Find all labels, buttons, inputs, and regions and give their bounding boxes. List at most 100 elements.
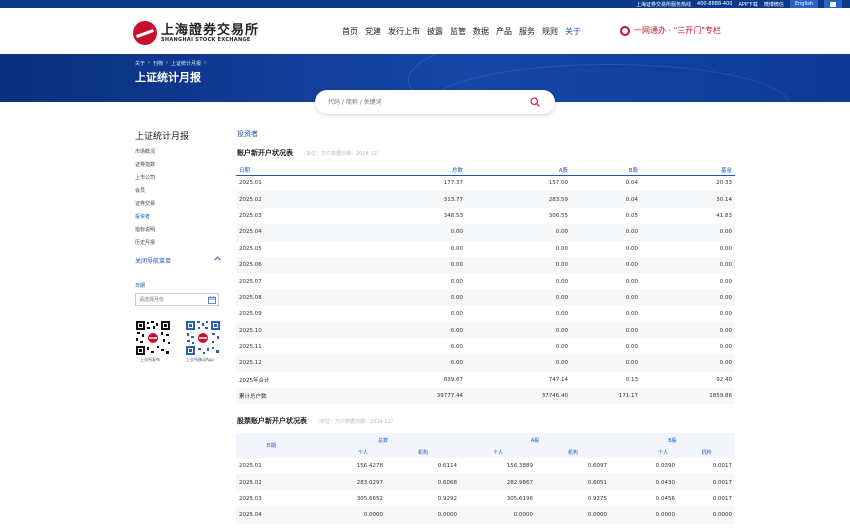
breadcrumb-publications[interactable]: 刊物 <box>153 60 163 67</box>
sse-logo-icon <box>133 21 157 45</box>
table1-cell-fund: 0.00 <box>719 294 732 301</box>
search-icon[interactable] <box>530 97 540 107</box>
new-accounts-table: 日期 总数 A股 B股 基金 2025.01 177.37 157.00 0.04 20… <box>236 165 735 405</box>
table-row: 2025.08 0.00 0.00 0.00 0.00 <box>236 289 735 307</box>
one-stop-service-link[interactable]: 一网通办 · "三开门"专栏 <box>620 25 721 36</box>
table-row: 2025年合计 839.67 747.14 0.13 92.40 <box>236 372 735 388</box>
table2-cell-a-institution: 0.0000 <box>587 512 607 519</box>
table1-cell-fund: 41.83 <box>716 212 732 219</box>
nav-item-rules[interactable]: 规则 <box>542 26 558 37</box>
table2-cell-b-institution: 0.0017 <box>712 463 732 470</box>
table2-col-date: 日期 <box>265 443 276 449</box>
table1-cell-a-share: 747.14 <box>548 376 568 383</box>
table-row: 2025.12 0.00 0.00 0.00 0.00 <box>236 355 735 372</box>
table2-cell-b-institution: 0.0000 <box>712 512 732 519</box>
table-row: 2025.09 0.00 0.00 0.00 0.00 <box>236 306 735 322</box>
nav-item-party[interactable]: 党建 <box>365 26 381 37</box>
table2-group-header-row: 日期 总数 A股 B股 <box>236 433 735 450</box>
nav-item-regulation[interactable]: 监管 <box>450 26 466 37</box>
qr-code-app <box>185 320 221 356</box>
table1-cell-a-share: 0.00 <box>555 245 568 252</box>
table1-cell-total: 0.00 <box>450 245 463 252</box>
calendar-icon[interactable] <box>208 296 216 304</box>
sidebar-item-history[interactable]: 历史月报 <box>135 239 221 252</box>
search-input[interactable] <box>328 95 518 109</box>
search-box <box>315 90 555 114</box>
table2-cell-b-individual: 0.0430 <box>655 479 675 486</box>
nav-item-products[interactable]: 产品 <box>496 26 512 37</box>
hotline-number[interactable]: 400-8888-400 <box>697 1 732 7</box>
table1-cell-b-share: 0.00 <box>625 245 638 252</box>
sidebar-item-trading[interactable]: 证券交易 <box>135 200 221 213</box>
sidebar-item-indices[interactable]: 证券指数 <box>135 161 221 174</box>
sidebar-item-listed-companies[interactable]: 上市公司 <box>135 174 221 187</box>
table1-cell-b-share: 0.00 <box>625 278 638 285</box>
one-stop-icon <box>620 25 630 36</box>
table2-cell-date: 2025.01 <box>239 463 262 470</box>
table1-cell-b-share: 0.13 <box>625 376 638 383</box>
nav-item-disclosure[interactable]: 披露 <box>427 26 443 37</box>
nav-item-services[interactable]: 服务 <box>519 26 535 37</box>
sse-logo[interactable]: 上海證券交易所 SHANGHAI STOCK EXCHANGE <box>133 21 259 45</box>
table1-cell-total: 39777.44 <box>436 393 463 400</box>
nav-item-listing[interactable]: 发行上市 <box>388 26 420 37</box>
wechat-link[interactable]: 微博微信 <box>764 1 784 8</box>
table1-col-a-share: A股 <box>466 165 571 176</box>
sidebar-item-market-overview[interactable]: 市场概况 <box>135 148 221 161</box>
close-nav-label: 关闭导航菜单 <box>135 258 172 265</box>
table1-cell-fund: 20.33 <box>716 180 732 187</box>
table1-cell-fund: 0.00 <box>719 344 732 351</box>
table1-cell-date: 2025.01 <box>239 180 262 187</box>
table2-cell-b-individual: 0.0456 <box>655 495 675 502</box>
sidebar-item-members[interactable]: 会员 <box>135 187 221 200</box>
table1-cell-date: 2025.03 <box>239 212 262 219</box>
close-nav-toggle[interactable]: 关闭导航菜单 <box>135 256 221 265</box>
date-label: 日期 <box>135 283 146 289</box>
section-label: 投资者 <box>237 130 258 138</box>
table1-cell-a-share: 37746.40 <box>541 393 568 400</box>
table1-cell-a-share: 157.00 <box>548 180 568 187</box>
breadcrumb-current[interactable]: 上证统计月报 <box>171 60 201 67</box>
sidebar-menu: 市场概况 证券指数 上市公司 会员 证券交易 投资者 指标说明 历史月报 <box>135 148 221 252</box>
table1-cell-a-share: 0.00 <box>555 229 568 236</box>
nav-item-about[interactable]: 关于 <box>565 26 581 37</box>
qr-app-caption: 上交所移动App <box>186 357 214 362</box>
table1-cell-a-share: 0.00 <box>555 262 568 269</box>
table1-cell-b-share: 0.00 <box>625 344 638 351</box>
table1-cell-date: 2025.11 <box>239 344 262 351</box>
table2-cell-a-institution: 0.6051 <box>587 479 607 486</box>
nav-item-home[interactable]: 首页 <box>342 26 358 37</box>
table1-cell-total: 839.67 <box>443 376 463 383</box>
table2-col-total-institution: 机构 <box>417 450 428 456</box>
breadcrumb-separator: › <box>166 60 169 66</box>
date-input[interactable] <box>139 296 203 304</box>
table1-col-fund: 基金 <box>641 165 735 176</box>
table2-cell-total-institution: 0.9292 <box>437 495 457 502</box>
table1-cell-date: 2025.04 <box>239 229 262 236</box>
table1-cell-fund: 0.00 <box>719 360 732 367</box>
table1-cell-date: 2025.12 <box>239 360 262 367</box>
table1-header-row: 日期 总数 A股 B股 基金 <box>236 165 735 176</box>
table1-cell-date: 累计总户数 <box>239 394 267 401</box>
sidebar-item-indicator-notes[interactable]: 指标说明 <box>135 226 221 239</box>
table1-cell-b-share: 0.00 <box>625 294 638 301</box>
accessibility-icon[interactable] <box>824 0 842 8</box>
table2-col-a-institution: 机构 <box>567 450 578 456</box>
table-row: 2025.03 348.53 306.55 0.05 41.83 <box>236 208 735 224</box>
table1-cell-b-share: 0.04 <box>625 180 638 187</box>
table2-cell-a-institution: 0.6097 <box>587 463 607 470</box>
app-download-link[interactable]: APP下载 <box>738 1 757 8</box>
table2-col-b-institution: 机构 <box>701 450 712 456</box>
table2-cell-b-institution: 0.0017 <box>712 479 732 486</box>
table2-cell-total-institution: 0.6114 <box>437 463 457 470</box>
table-row: 2025.02 313.77 283.59 0.04 30.14 <box>236 191 735 208</box>
table2-group-a-share: A股 <box>530 437 540 444</box>
table1-cell-a-share: 0.00 <box>555 311 568 318</box>
nav-item-data[interactable]: 数据 <box>473 26 489 37</box>
breadcrumb-about[interactable]: 关于 <box>135 60 145 67</box>
sidebar-item-investors[interactable]: 投资者 <box>135 213 221 226</box>
logo-chinese-name: 上海證券交易所 <box>161 22 260 38</box>
table2-cell-total-institution: 0.6068 <box>437 479 457 486</box>
english-link[interactable]: English <box>789 0 818 8</box>
top-utility-bar: 上海证券交易所服务热线 400-8888-400 APP下载 微博微信 Engl… <box>0 0 850 8</box>
